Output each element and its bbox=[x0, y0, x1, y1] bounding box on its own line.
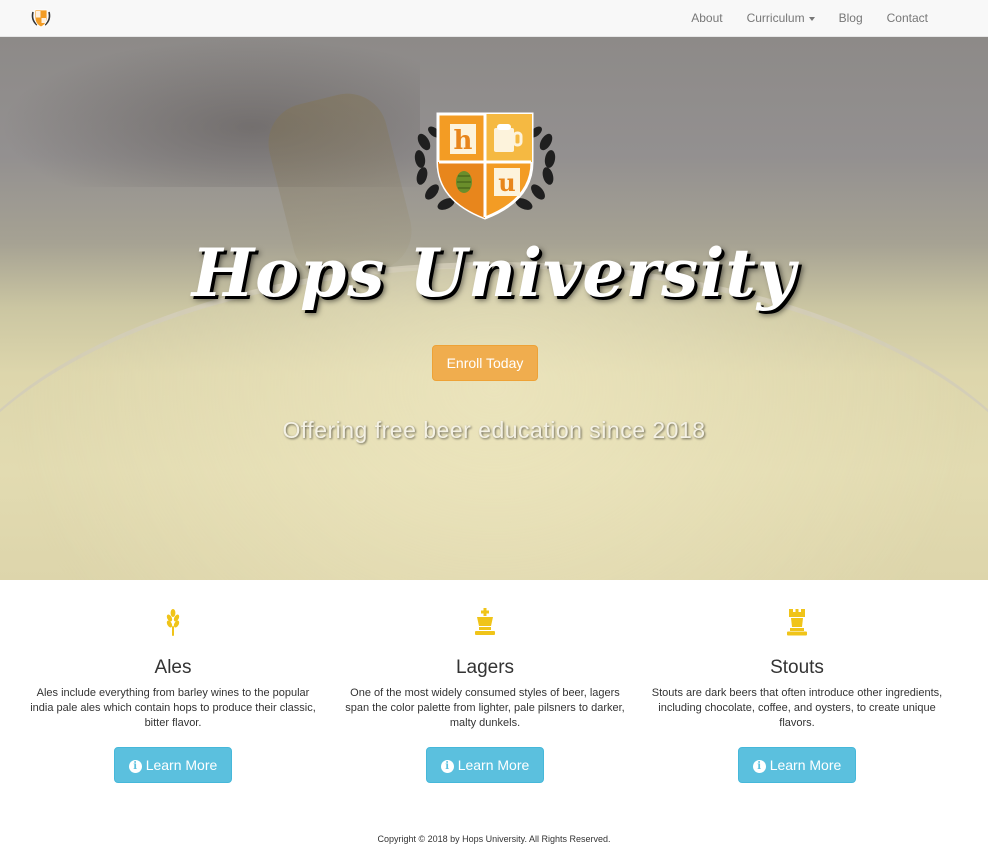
learn-more-stouts-button[interactable]: i Learn More bbox=[738, 747, 856, 783]
feature-description: Stouts are dark beers that often introdu… bbox=[651, 687, 943, 729]
feature-ales: Ales Ales include everything from barley… bbox=[23, 606, 323, 783]
feature-title: Stouts bbox=[770, 657, 824, 678]
learn-more-label: Learn More bbox=[769, 757, 842, 773]
feature-stouts: Stouts Stouts are dark beers that often … bbox=[647, 606, 947, 783]
king-chess-icon bbox=[475, 608, 495, 635]
university-crest-logo: h u bbox=[414, 112, 556, 220]
hero-tagline: Offering free beer education since 2018 bbox=[282, 417, 706, 443]
info-circle-icon: i bbox=[128, 760, 142, 773]
feature-title: Ales bbox=[154, 657, 192, 678]
nav-contact[interactable]: Contact bbox=[875, 0, 940, 37]
crest-letter-h: h bbox=[454, 126, 473, 156]
learn-more-label: Learn More bbox=[145, 757, 218, 773]
hero-title: Hops University bbox=[191, 234, 797, 312]
learn-more-label: Learn More bbox=[457, 757, 530, 773]
navbar: About Curriculum Blog Contact bbox=[0, 0, 988, 37]
hops-university-crest-icon[interactable] bbox=[29, 6, 53, 30]
enroll-today-button[interactable]: Enroll Today bbox=[432, 345, 538, 381]
nav-curriculum[interactable]: Curriculum bbox=[735, 0, 827, 37]
wheat-icon bbox=[166, 609, 180, 636]
nav-blog[interactable]: Blog bbox=[827, 0, 875, 37]
nav-curriculum-label: Curriculum bbox=[746, 11, 805, 25]
rook-chess-icon bbox=[787, 609, 807, 636]
info-circle-icon: i bbox=[752, 760, 766, 773]
learn-more-lagers-button[interactable]: i Learn More bbox=[426, 747, 544, 783]
crest-letter-u: u bbox=[498, 168, 515, 197]
feature-description: One of the most widely consumed styles o… bbox=[345, 687, 625, 729]
feature-lagers: Lagers One of the most widely consumed s… bbox=[335, 606, 635, 783]
info-circle-icon: i bbox=[440, 760, 454, 773]
learn-more-ales-button[interactable]: i Learn More bbox=[114, 747, 232, 783]
hero-section: h u Hops University Enroll Today Offerin… bbox=[0, 37, 988, 580]
footer-copyright: Copyright © 2018 by Hops University. All… bbox=[377, 834, 611, 844]
caret-down-icon bbox=[808, 16, 815, 21]
nav-about[interactable]: About bbox=[679, 0, 734, 37]
feature-title: Lagers bbox=[455, 657, 515, 678]
feature-description: Ales include everything from barley wine… bbox=[30, 687, 316, 729]
